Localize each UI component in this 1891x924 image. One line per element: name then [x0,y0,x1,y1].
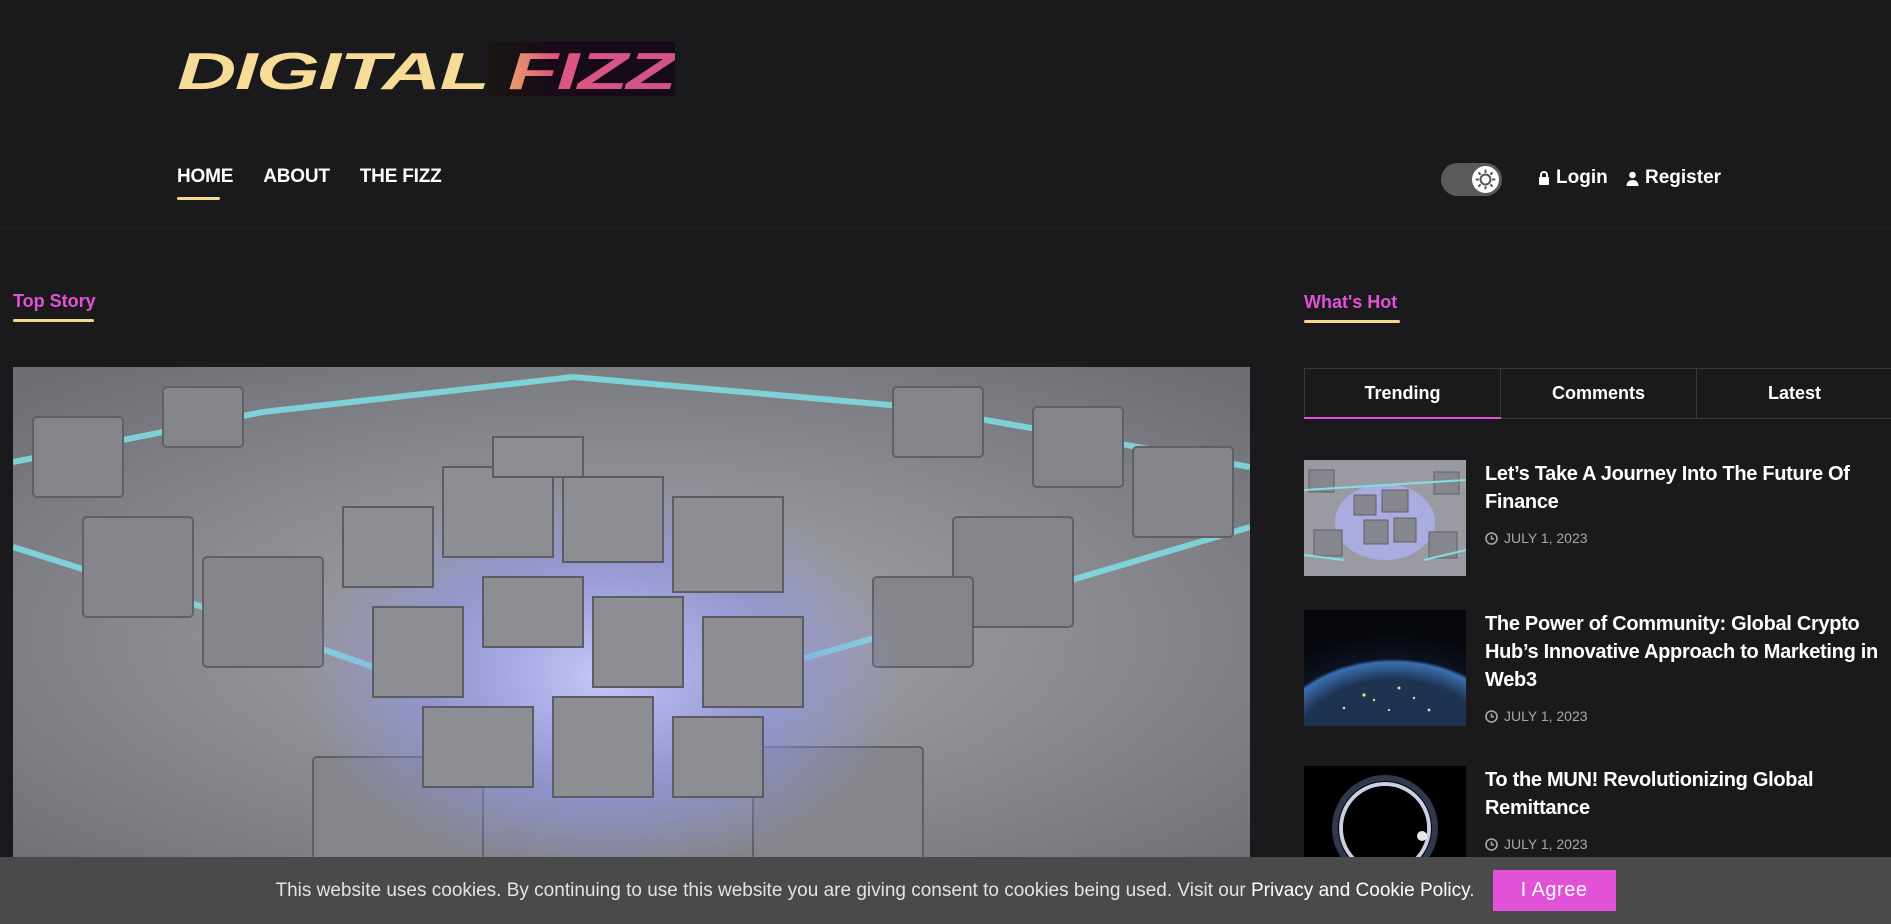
story-thumbnail[interactable] [1304,610,1466,726]
site-logo[interactable]: DIGITAL FIZZ [177,42,675,96]
story-title[interactable]: Let’s Take A Journey Into The Future Of … [1485,460,1885,516]
lock-icon [1539,170,1549,185]
tab-comments[interactable]: Comments [1501,369,1697,418]
tab-trending[interactable]: Trending [1304,369,1501,419]
privacy-policy-link[interactable]: Privacy and Cookie Policy [1251,880,1469,901]
sun-icon [1472,166,1499,193]
site-header: DIGITAL FIZZ HOME ABOUT THE FIZZ Login R… [0,0,1891,228]
clock-icon [1485,531,1498,545]
blockchain-cubes-image [13,367,1250,857]
story-title[interactable]: To the MUN! Revolutionizing Global Remit… [1485,766,1885,822]
story-thumbnail[interactable] [1304,460,1466,576]
whats-hot-heading: What's Hot [1304,292,1400,323]
register-link[interactable]: Register [1626,167,1721,189]
story-date: JULY 1, 2023 [1485,836,1588,852]
login-label: Login [1556,167,1608,188]
nav-item-the-fizz[interactable]: THE FIZZ [360,166,442,196]
whats-hot-tabs: Trending Comments Latest [1304,368,1891,419]
list-item[interactable]: Let’s Take A Journey Into The Future Of … [1304,460,1884,580]
top-story-image[interactable] [13,367,1250,857]
user-icon [1626,171,1639,186]
clock-icon [1485,837,1498,851]
story-date: JULY 1, 2023 [1485,708,1588,724]
nav-item-home[interactable]: HOME [177,166,233,200]
list-item[interactable]: The Power of Community: Global Crypto Hu… [1304,610,1884,730]
agree-button[interactable]: I Agree [1492,870,1616,911]
dark-mode-toggle[interactable] [1441,163,1502,196]
login-link[interactable]: Login [1538,167,1608,189]
clock-icon [1485,709,1498,723]
cookie-message: This website uses cookies. By continuing… [275,879,1475,901]
tab-latest[interactable]: Latest [1697,369,1891,418]
story-date: JULY 1, 2023 [1485,530,1588,546]
story-title[interactable]: The Power of Community: Global Crypto Hu… [1485,610,1885,694]
register-label: Register [1645,167,1722,188]
main-nav: HOME ABOUT THE FIZZ [177,166,442,200]
nav-item-about[interactable]: ABOUT [263,166,330,196]
top-story-heading: Top Story [13,291,96,322]
cookie-banner: This website uses cookies. By continuing… [0,857,1891,924]
